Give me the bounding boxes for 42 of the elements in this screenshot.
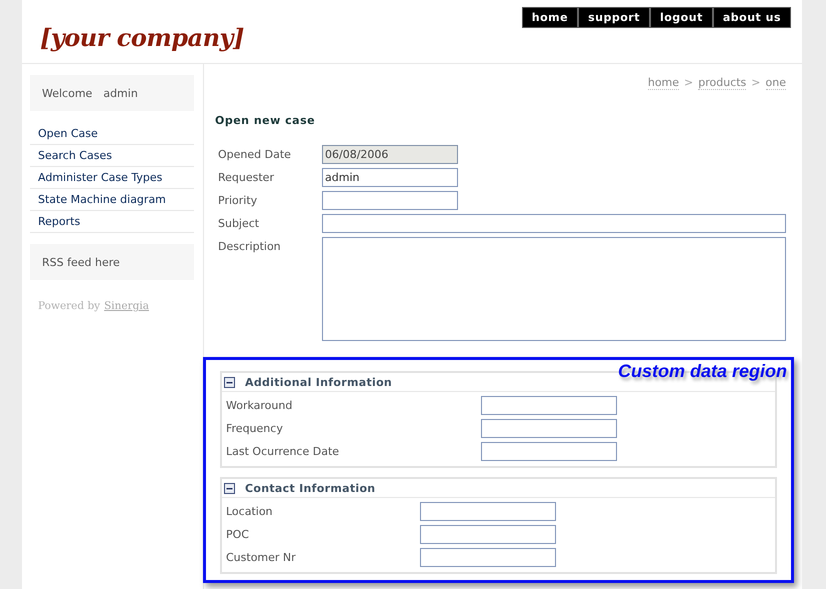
collapse-icon[interactable] <box>224 377 235 388</box>
breadcrumb-separator: > <box>751 76 761 90</box>
menu-link[interactable]: Administer Case Types <box>38 171 162 184</box>
powered-text: Powered by <box>38 300 100 312</box>
field-label: Subject <box>218 216 260 230</box>
menu-link[interactable]: Open Case <box>38 127 98 140</box>
description-field[interactable] <box>322 237 786 341</box>
company-logo: [your company] <box>40 23 244 52</box>
field-label: Customer Nr <box>226 551 297 564</box>
field-label: Location <box>226 505 274 518</box>
field-label: Description <box>218 239 282 253</box>
field-label: Workaround <box>226 399 294 412</box>
welcome-label: Welcome <box>42 87 92 100</box>
input-field[interactable] <box>420 502 556 521</box>
input-field[interactable] <box>481 419 617 438</box>
field-label: Frequency <box>226 422 284 435</box>
input-field[interactable]: admin <box>322 168 458 187</box>
section-title: Contact Information <box>245 482 376 495</box>
region-caption: Custom data region <box>618 361 787 382</box>
rss-text: RSS feed here <box>42 256 120 269</box>
field-label: POC <box>226 528 250 541</box>
input-field[interactable] <box>481 442 617 461</box>
field-label: Requester <box>218 170 275 184</box>
section-title: Additional Information <box>245 376 392 389</box>
field-label: Last Ocurrence Date <box>226 445 340 458</box>
collapse-icon[interactable] <box>224 483 235 494</box>
input-field[interactable] <box>481 396 617 415</box>
menu-link[interactable]: Reports <box>38 215 80 228</box>
breadcrumb-separator: > <box>684 76 694 90</box>
menu-link[interactable]: Search Cases <box>38 149 112 162</box>
field-label: Opened Date <box>218 147 292 161</box>
input-field[interactable] <box>420 548 556 567</box>
user-name: admin <box>103 87 138 100</box>
breadcrumb-link[interactable]: home <box>648 76 680 90</box>
menu-link[interactable]: State Machine diagram <box>38 193 166 206</box>
input-field[interactable] <box>420 525 556 544</box>
form-title: Open new case <box>215 114 316 127</box>
input-field[interactable] <box>322 214 786 233</box>
breadcrumb-link[interactable]: one <box>766 76 786 90</box>
field-label: Priority <box>218 193 258 207</box>
input-field[interactable] <box>322 191 458 210</box>
breadcrumb-link[interactable]: products <box>698 76 746 90</box>
